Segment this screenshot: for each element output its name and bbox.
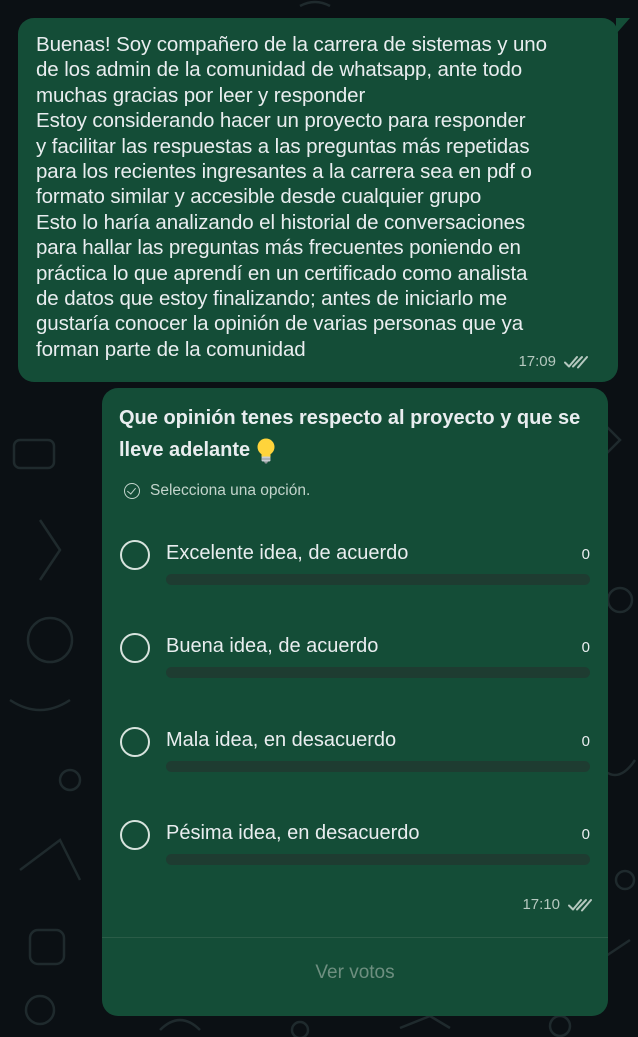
radio-button[interactable]: [120, 633, 150, 663]
poll-option[interactable]: Mala idea, en desacuerdo 0: [120, 727, 594, 787]
poll-option-count: 0: [581, 639, 590, 656]
message-bubble[interactable]: Buenas! Soy compañero de la carrera de s…: [18, 18, 630, 382]
double-check-read-icon: [564, 355, 588, 368]
poll-option-bar: [166, 574, 590, 585]
message-time: 17:09: [518, 353, 556, 370]
poll-option-count: 0: [581, 546, 590, 563]
poll-option-label: Buena idea, de acuerdo: [166, 635, 379, 657]
message-text: Buenas! Soy compañero de la carrera de s…: [36, 33, 547, 361]
poll-time: 17:10: [522, 896, 560, 913]
poll-question: Que opinión tenes respecto al proyecto y…: [119, 402, 589, 466]
poll-option[interactable]: Excelente idea, de acuerdo 0: [120, 540, 594, 600]
view-votes-button[interactable]: Ver votos: [102, 962, 608, 984]
poll-option-bar: [166, 667, 590, 678]
poll-option-label: Mala idea, en desacuerdo: [166, 729, 397, 751]
poll-option[interactable]: Pésima idea, en desacuerdo 0: [120, 820, 594, 880]
poll-question-text: Que opinión tenes respecto al proyecto y…: [119, 407, 581, 461]
poll-option-bar: [166, 761, 590, 772]
light-bulb-icon: [257, 438, 275, 464]
poll-option-label: Pésima idea, en desacuerdo: [166, 822, 420, 844]
radio-button[interactable]: [120, 820, 150, 850]
poll-meta: 17:10: [522, 896, 592, 913]
poll-option-bar: [166, 854, 590, 865]
radio-button[interactable]: [120, 540, 150, 570]
poll-hint-text: Selecciona una opción.: [150, 482, 311, 499]
poll-option-label: Excelente idea, de acuerdo: [166, 542, 409, 564]
check-circle-icon: [124, 483, 140, 499]
double-check-read-icon: [568, 898, 592, 911]
poll-option[interactable]: Buena idea, de acuerdo 0: [120, 633, 594, 693]
message-meta: 17:09: [518, 353, 588, 370]
divider: [102, 937, 608, 938]
radio-button[interactable]: [120, 727, 150, 757]
poll-option-count: 0: [581, 733, 590, 750]
poll-option-count: 0: [581, 826, 590, 843]
poll-bubble[interactable]: Que opinión tenes respecto al proyecto y…: [102, 388, 608, 1016]
poll-hint: Selecciona una opción.: [124, 482, 310, 500]
bubble-tail: [616, 18, 630, 34]
